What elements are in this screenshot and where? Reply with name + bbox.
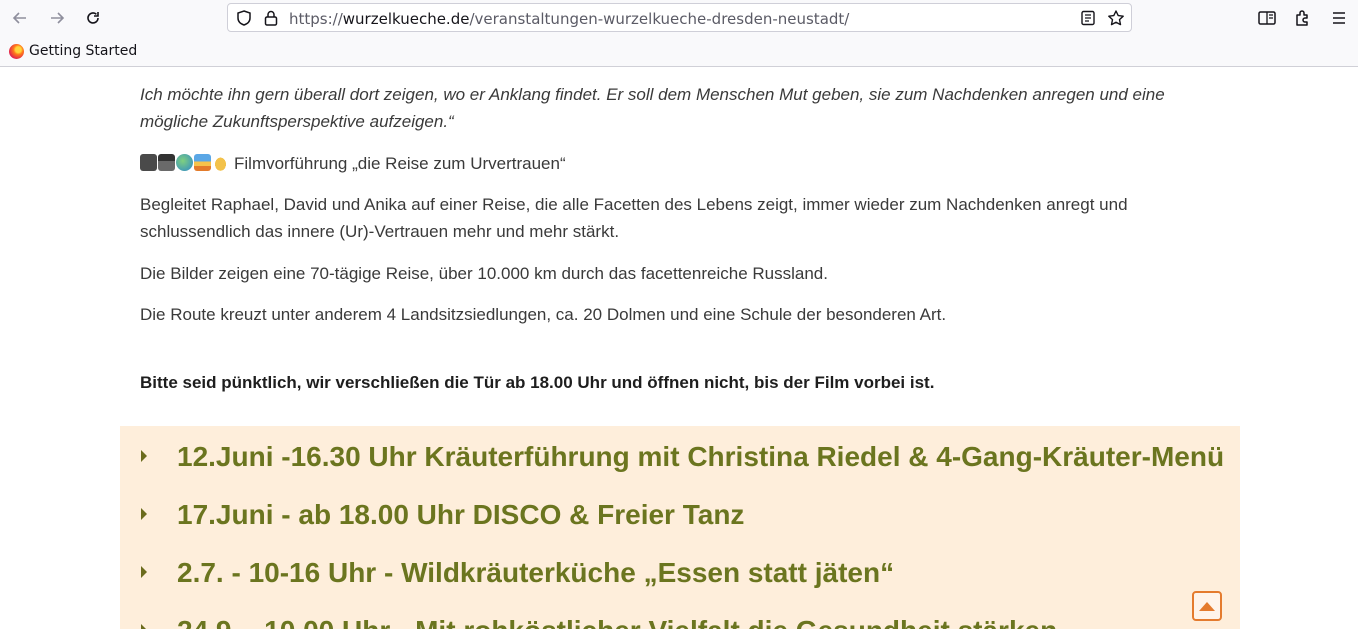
film-title: Filmvorführung „die Reise zum Urvertraue… xyxy=(234,154,566,173)
paragraph-1-text: Begleitet Raphael, David und Anika auf e… xyxy=(140,195,1128,241)
film-title-line: Filmvorführung „die Reise zum Urvertraue… xyxy=(140,150,1200,177)
event-title[interactable]: 12.Juni -16.30 Uhr Kräuterführung mit Ch… xyxy=(177,440,1224,474)
url-prefix: https:// xyxy=(289,10,343,28)
back-arrow-icon[interactable] xyxy=(8,7,32,29)
extensions-puzzle-icon[interactable] xyxy=(1293,8,1313,28)
paragraph-3-text: Die Route kreuzt unter anderem 4 Landsit… xyxy=(140,305,947,324)
event-title[interactable]: 24.9. - 10.00 Uhr - Mit rohköstlicher Vi… xyxy=(177,614,1057,629)
praying-hands-icon xyxy=(212,154,229,171)
notice-text: Bitte seid pünktlich, wir verschließen d… xyxy=(140,373,935,392)
globe-icon xyxy=(176,154,193,171)
film-emoji-group xyxy=(140,154,229,171)
paragraph-3: Die Route kreuzt unter anderem 4 Landsit… xyxy=(140,301,1200,328)
lock-icon[interactable] xyxy=(262,9,280,27)
quote-text: Ich möchte ihn gern überall dort zeigen,… xyxy=(140,85,1165,131)
movie-camera-icon xyxy=(140,154,157,171)
scroll-to-top-button[interactable] xyxy=(1192,591,1222,621)
browser-toolbar: https://wurzelkueche.de/veranstaltungen-… xyxy=(0,0,1358,36)
expand-arrow-icon xyxy=(141,508,147,520)
event-title[interactable]: 17.Juni - ab 18.00 Uhr DISCO & Freier Ta… xyxy=(177,498,744,532)
bookmarks-toolbar: Getting Started xyxy=(0,36,1358,67)
shield-icon[interactable] xyxy=(235,9,253,27)
accordion-item[interactable]: 24.9. - 10.00 Uhr - Mit rohköstlicher Vi… xyxy=(120,610,1240,629)
firefox-logo-icon xyxy=(9,43,24,59)
url-bar[interactable]: https://wurzelkueche.de/veranstaltungen-… xyxy=(227,3,1132,32)
expand-arrow-icon xyxy=(141,450,147,462)
reader-view-icon[interactable] xyxy=(1079,9,1097,27)
arrow-up-icon xyxy=(1199,601,1215,611)
bookmark-star-icon[interactable] xyxy=(1107,9,1125,27)
url-path: /veranstaltungen-wurzelkueche-dresden-ne… xyxy=(469,10,850,28)
sidebar-icon[interactable] xyxy=(1257,8,1277,28)
hamburger-menu-icon[interactable] xyxy=(1329,8,1349,28)
url-host: wurzelkueche.de xyxy=(342,10,470,28)
bookmark-getting-started[interactable]: Getting Started xyxy=(9,43,137,59)
page-content: Ich möchte ihn gern überall dort zeigen,… xyxy=(0,67,1358,629)
accordion-item[interactable]: 2.7. - 10-16 Uhr - Wildkräuterküche „Ess… xyxy=(120,552,1240,598)
notice-paragraph: Bitte seid pünktlich, wir verschließen d… xyxy=(140,369,1200,396)
reload-icon[interactable] xyxy=(81,7,105,29)
expand-arrow-icon xyxy=(141,566,147,578)
sunrise-icon xyxy=(194,154,211,171)
expand-arrow-icon xyxy=(141,624,147,629)
forward-arrow-icon[interactable] xyxy=(45,7,69,29)
paragraph-2: Die Bilder zeigen eine 70-tägige Reise, … xyxy=(140,260,1200,287)
bookmark-label: Getting Started xyxy=(29,43,138,59)
paragraph-1: Begleitet Raphael, David und Anika auf e… xyxy=(140,191,1200,245)
accordion-item[interactable]: 12.Juni -16.30 Uhr Kräuterführung mit Ch… xyxy=(120,436,1240,482)
clapper-board-icon xyxy=(158,154,175,171)
paragraph-2-text: Die Bilder zeigen eine 70-tägige Reise, … xyxy=(140,264,828,283)
accordion-item[interactable]: 17.Juni - ab 18.00 Uhr DISCO & Freier Ta… xyxy=(120,494,1240,540)
url-text[interactable]: https://wurzelkueche.de/veranstaltungen-… xyxy=(289,10,849,28)
event-title[interactable]: 2.7. - 10-16 Uhr - Wildkräuterküche „Ess… xyxy=(177,556,894,590)
events-accordion: 12.Juni -16.30 Uhr Kräuterführung mit Ch… xyxy=(120,426,1240,629)
quote-paragraph: Ich möchte ihn gern überall dort zeigen,… xyxy=(140,81,1200,135)
